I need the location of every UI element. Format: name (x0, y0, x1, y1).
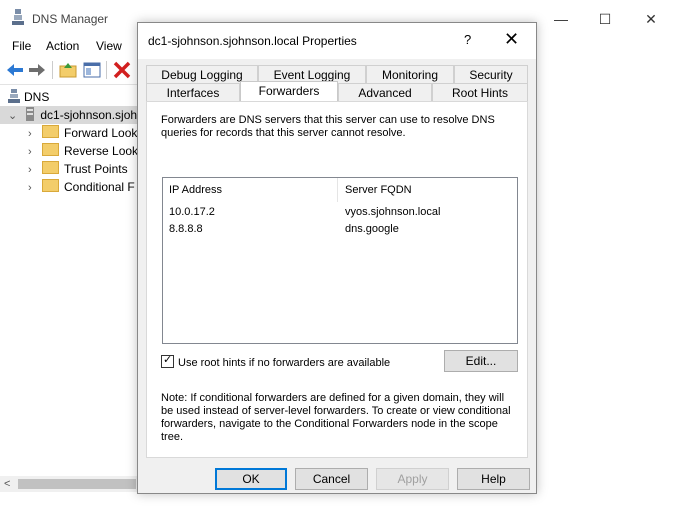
tree-item-label: Trust Points (64, 162, 128, 176)
back-arrow-icon[interactable] (5, 60, 25, 80)
tree-item-server[interactable]: ⌄ dc1-sjohnson.sjoh (0, 106, 140, 124)
dialog-title-bar: dc1-sjohnson.sjohnson.local Properties ?… (138, 23, 536, 59)
folder-up-icon[interactable] (58, 60, 78, 80)
properties-dialog: dc1-sjohnson.sjohnson.local Properties ?… (137, 22, 537, 494)
close-button[interactable]: ✕ (636, 8, 666, 30)
apply-button[interactable]: Apply (376, 468, 449, 490)
maximize-button[interactable]: ☐ (590, 8, 620, 30)
menu-view[interactable]: View (96, 39, 122, 53)
minimize-button[interactable]: — (546, 8, 576, 30)
use-root-hints-checkbox[interactable]: ✓ (161, 354, 174, 368)
forwarders-list[interactable]: IP Address Server FQDN 10.0.17.2 vyos.sj… (162, 177, 518, 344)
server-icon (26, 107, 35, 121)
properties-icon[interactable] (82, 60, 102, 80)
list-header: IP Address Server FQDN (163, 178, 517, 202)
tree-item-label: DNS (24, 90, 50, 104)
folder-icon (42, 179, 59, 192)
toolbar-separator (106, 61, 107, 79)
tree-item-dns[interactable]: DNS (8, 88, 49, 106)
console-tree: DNS ⌄ dc1-sjohnson.sjoh › Forward Looku ›… (0, 86, 145, 476)
dns-root-icon (8, 89, 20, 103)
table-row[interactable]: 10.0.17.2 vyos.sjohnson.local (163, 204, 517, 221)
use-root-hints-label[interactable]: Use root hints if no forwarders are avai… (178, 357, 390, 369)
fqdn-cell: dns.google (345, 223, 399, 235)
ip-address-cell: 8.8.8.8 (169, 223, 203, 235)
menu-file[interactable]: File (12, 39, 31, 53)
tab-advanced[interactable]: Advanced (338, 83, 432, 101)
toolbar (0, 56, 140, 85)
window-title: DNS Manager (32, 12, 109, 26)
forwarders-panel: Forwarders are DNS servers that this ser… (146, 101, 528, 458)
forward-arrow-icon[interactable] (27, 60, 47, 80)
edit-button[interactable]: Edit... (444, 350, 518, 372)
tree-item-conditional-forwarders[interactable]: › Conditional F (28, 178, 135, 196)
forwarders-description: Forwarders are DNS servers that this ser… (161, 114, 495, 139)
chevron-right-icon[interactable]: › (28, 161, 42, 179)
tree-item-label: Forward Looku (64, 126, 145, 140)
tree-item-label: Conditional F (64, 180, 135, 194)
cancel-button[interactable]: Cancel (295, 468, 368, 490)
help-button[interactable]: Help (457, 468, 530, 490)
tab-security[interactable]: Security (454, 65, 528, 83)
tree-item-trust-points[interactable]: › Trust Points (28, 160, 128, 178)
toolbar-separator (52, 61, 53, 79)
column-divider[interactable] (337, 178, 338, 202)
chevron-right-icon[interactable]: › (28, 179, 42, 197)
scrollbar-thumb[interactable] (18, 479, 136, 489)
column-header-ip-address[interactable]: IP Address (169, 184, 222, 196)
tab-interfaces[interactable]: Interfaces (146, 83, 240, 101)
ip-address-cell: 10.0.17.2 (169, 206, 215, 218)
chevron-right-icon[interactable]: › (28, 125, 42, 143)
checkmark-icon: ✓ (163, 354, 173, 366)
ok-button[interactable]: OK (215, 468, 287, 490)
fqdn-cell: vyos.sjohnson.local (345, 206, 441, 218)
dialog-close-button[interactable]: ✕ (504, 29, 519, 50)
tree-item-label: dc1-sjohnson.sjoh (40, 108, 138, 122)
conditional-forwarders-note: Note: If conditional forwarders are defi… (161, 392, 511, 443)
tab-root-hints[interactable]: Root Hints (432, 83, 528, 101)
horizontal-scrollbar[interactable]: < (0, 476, 140, 492)
tree-item-forward-lookup[interactable]: › Forward Looku (28, 124, 144, 142)
help-icon[interactable]: ? (464, 32, 471, 47)
tab-monitoring[interactable]: Monitoring (366, 65, 454, 83)
tab-forwarders[interactable]: Forwarders (240, 81, 338, 101)
folder-icon (42, 143, 59, 156)
dns-app-icon (12, 9, 24, 25)
tree-item-reverse-lookup[interactable]: › Reverse Looku (28, 142, 145, 160)
folder-icon (42, 125, 59, 138)
tree-item-label: Reverse Looku (64, 144, 145, 158)
table-row[interactable]: 8.8.8.8 dns.google (163, 221, 517, 238)
delete-icon[interactable] (112, 60, 132, 80)
chevron-right-icon[interactable]: › (28, 143, 42, 161)
dialog-title: dc1-sjohnson.sjohnson.local Properties (148, 34, 357, 48)
chevron-down-icon[interactable]: ⌄ (8, 107, 22, 125)
scroll-left-icon[interactable]: < (4, 476, 10, 492)
menu-action[interactable]: Action (46, 39, 79, 53)
folder-icon (42, 161, 59, 174)
use-root-hints-option[interactable]: ✓ Use root hints if no forwarders are ava… (161, 354, 390, 371)
column-header-server-fqdn[interactable]: Server FQDN (345, 184, 412, 196)
